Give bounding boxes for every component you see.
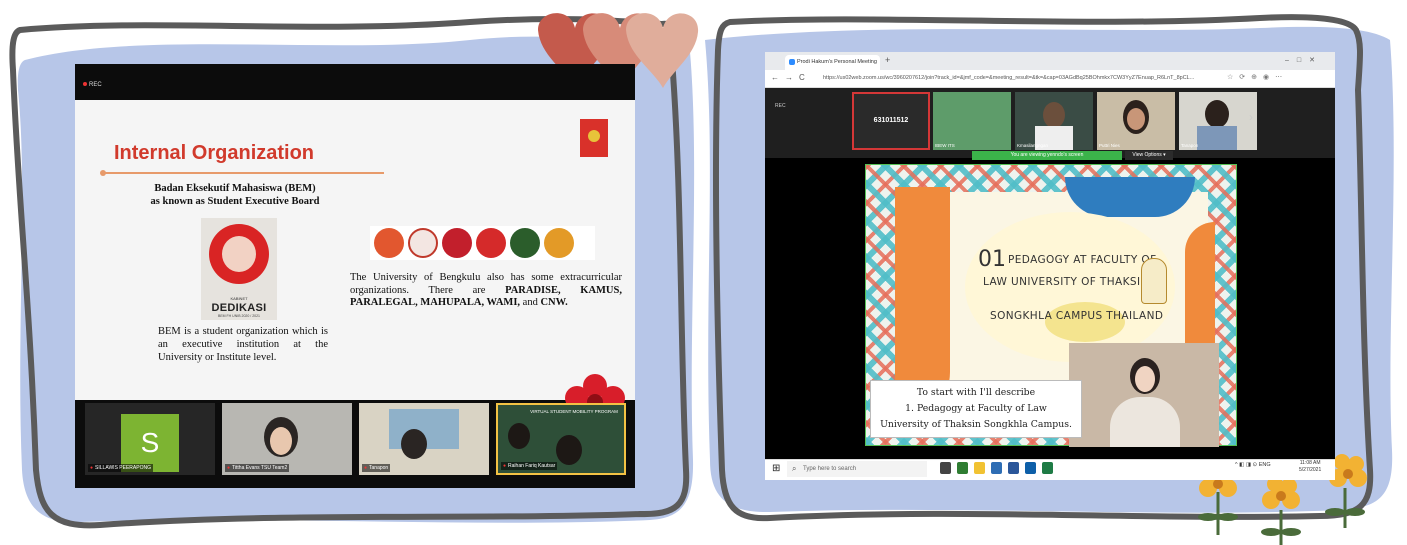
extracurricular-text: The University of Bengkulu also has some… bbox=[350, 272, 622, 310]
bem-logo-kabinet: KABINET bbox=[230, 296, 248, 301]
participant-video-face bbox=[1127, 108, 1145, 130]
system-tray[interactable]: ^ ◧ ◨ ⊙ ENG bbox=[1235, 462, 1271, 468]
slide-heading-line1: PEDAGOGY AT FACULTY OF bbox=[1008, 254, 1157, 266]
participant-video-body bbox=[1197, 126, 1237, 150]
view-options-button[interactable]: View Options ▾ bbox=[1125, 151, 1173, 160]
participant-video-head bbox=[508, 423, 530, 449]
participant-video-head bbox=[1043, 102, 1065, 128]
participant-name: Puttri Nies bbox=[1099, 143, 1120, 148]
zoom-favicon-icon bbox=[789, 59, 795, 65]
taskbar-apps bbox=[940, 462, 1053, 474]
participant-video-face bbox=[270, 427, 292, 455]
participant-tile-active[interactable]: VIRTUAL STUDENT MOBILITY PROGRAM ● Raihan… bbox=[496, 403, 626, 475]
bem-description: BEM is a student organization which is a… bbox=[158, 326, 328, 363]
organization-logos bbox=[370, 226, 595, 260]
extracurricular-last-org: CNW. bbox=[540, 297, 568, 308]
slide-heading-line3: SONGKHLA CAMPUS THAILAND bbox=[990, 310, 1164, 322]
windows-start-icon[interactable]: ⊞ bbox=[772, 463, 780, 474]
mic-muted-icon: ● bbox=[90, 465, 94, 471]
url-field[interactable]: https://us02web.zoom.us/wc/3960207612/jo… bbox=[823, 73, 1218, 84]
bem-heading-line2: as known as Student Executive Board bbox=[150, 196, 320, 207]
edge-icon[interactable] bbox=[957, 462, 968, 474]
participant-video-head bbox=[556, 435, 582, 465]
view-options-label: View Options bbox=[1132, 152, 1162, 158]
slide-yellow-highlight bbox=[1045, 302, 1125, 342]
caption-line2: 1. Pedagogy at Faculty of Law bbox=[905, 403, 1047, 414]
mic-muted-icon: ● bbox=[227, 465, 231, 471]
extracurricular-and: and bbox=[520, 297, 541, 308]
speaker-face bbox=[1135, 366, 1155, 392]
participant-tile[interactable]: ● Tittha Evans TSU Team2 bbox=[222, 403, 352, 475]
excel-icon[interactable] bbox=[1042, 462, 1053, 474]
caption-line3: University of Thaksin Songkhla Campus. bbox=[880, 419, 1072, 430]
recording-indicator: REC bbox=[775, 103, 786, 109]
language-indicator: ENG bbox=[1258, 462, 1271, 468]
slide-title: Internal Organization bbox=[114, 142, 315, 164]
title-underline bbox=[101, 172, 384, 174]
recording-indicator: REC bbox=[83, 82, 102, 88]
clock-time: 11:08 AM bbox=[1299, 460, 1321, 466]
speaker-body bbox=[1110, 397, 1180, 447]
left-zoom-screenshot: REC Internal Organization Badan Eksekuti… bbox=[75, 64, 635, 488]
participant-video-head bbox=[401, 429, 427, 459]
cnw-logo-icon bbox=[544, 228, 574, 258]
viewing-screen-notice: You are viewing yenndo's screen bbox=[972, 151, 1122, 160]
window-controls[interactable]: –□✕ bbox=[1285, 56, 1323, 64]
participant-tile[interactable]: Tanapon bbox=[1179, 92, 1257, 150]
navigation-buttons[interactable]: ←→C bbox=[771, 73, 811, 82]
bem-logo-face-icon bbox=[222, 236, 256, 272]
participant-name: ● SILLAWIS PEERAPONG bbox=[88, 464, 153, 472]
new-tab-icon[interactable]: + bbox=[885, 55, 890, 65]
slide-heading-line2: LAW UNIVERSITY OF THAKSIN bbox=[983, 276, 1149, 288]
bem-heading: Badan Eksekutif Mahasiswa (BEM) as known… bbox=[125, 182, 345, 208]
paradise-logo-icon bbox=[374, 228, 404, 258]
search-icon: ⌕ bbox=[792, 464, 797, 473]
word-icon[interactable] bbox=[1008, 462, 1019, 474]
caption-line1: To start with I'll describe bbox=[916, 387, 1036, 398]
bem-logo-subtitle: BEM FH UNIB 2020 / 2021 bbox=[217, 314, 261, 318]
mic-muted-icon: ● bbox=[364, 465, 368, 471]
participant-name: IBEW ITS bbox=[935, 143, 955, 148]
mic-muted-icon: ● bbox=[503, 463, 507, 469]
participant-tile[interactable]: Puttri Nies bbox=[1097, 92, 1175, 150]
right-zoom-screenshot: Prodi Hakum's Personal Meeting + –□✕ ←→C… bbox=[765, 52, 1335, 480]
share-banner: VIRTUAL STUDENT MOBILITY PROGRAM bbox=[530, 409, 618, 414]
caption-box: To start with I'll describe 1. Pedagogy … bbox=[870, 380, 1082, 438]
bem-heading-line1: Badan Eksekutif Mahasiswa (BEM) bbox=[154, 183, 316, 194]
participant-tile[interactable]: S ● SILLAWIS PEERAPONG bbox=[85, 403, 215, 475]
slide-blue-shape bbox=[1065, 177, 1195, 217]
wami-logo-icon bbox=[510, 228, 540, 258]
rec-label: REC bbox=[89, 82, 102, 88]
slide-number: 01 bbox=[978, 247, 1006, 272]
participant-tile[interactable]: ● Tanapon bbox=[359, 403, 489, 475]
shared-slide: Internal Organization Badan Eksekutif Ma… bbox=[75, 100, 635, 426]
participant-name: Kmasilangngan bbox=[1017, 143, 1049, 148]
university-emblem-icon bbox=[1141, 258, 1167, 304]
participant-tile[interactable]: IBEW ITS bbox=[933, 92, 1011, 150]
browser-tab[interactable]: Prodi Hakum's Personal Meeting bbox=[785, 55, 880, 70]
paralegal-logo-icon bbox=[442, 228, 472, 258]
participant-name: Tanapon bbox=[1181, 143, 1199, 148]
kamus-logo-icon bbox=[408, 228, 438, 258]
participant-tile[interactable]: Kmasilangngan bbox=[1015, 92, 1093, 150]
participant-name: ● Raihan Fariq Kautsar bbox=[501, 462, 558, 470]
participant-name: ● Tanapon bbox=[362, 464, 391, 472]
clock-date: 5/27/2021 bbox=[1299, 467, 1322, 473]
record-dot-icon bbox=[83, 82, 87, 87]
meeting-id-tile[interactable]: 631011512 bbox=[852, 92, 930, 150]
taskbar-clock[interactable]: 11:08 AM 5/27/2021 bbox=[1299, 460, 1321, 474]
file-explorer-icon[interactable] bbox=[974, 462, 985, 474]
store-icon[interactable] bbox=[991, 462, 1002, 474]
task-view-icon[interactable] bbox=[940, 462, 951, 474]
browser-toolbar-icons[interactable]: ☆⟳⊕◉⋯ bbox=[1227, 73, 1288, 81]
chevron-right-icon[interactable]: › bbox=[1249, 110, 1253, 124]
taskbar-search-input[interactable]: Type here to search bbox=[787, 461, 927, 477]
participant-video-head bbox=[1205, 100, 1229, 128]
bem-logo-name: DEDIKASI bbox=[211, 302, 267, 314]
mahupala-logo-icon bbox=[476, 228, 506, 258]
participant-name: ● Tittha Evans TSU Team2 bbox=[225, 464, 290, 472]
zoom-app-icon[interactable] bbox=[1025, 462, 1036, 474]
crest-emblem-icon bbox=[588, 130, 600, 142]
